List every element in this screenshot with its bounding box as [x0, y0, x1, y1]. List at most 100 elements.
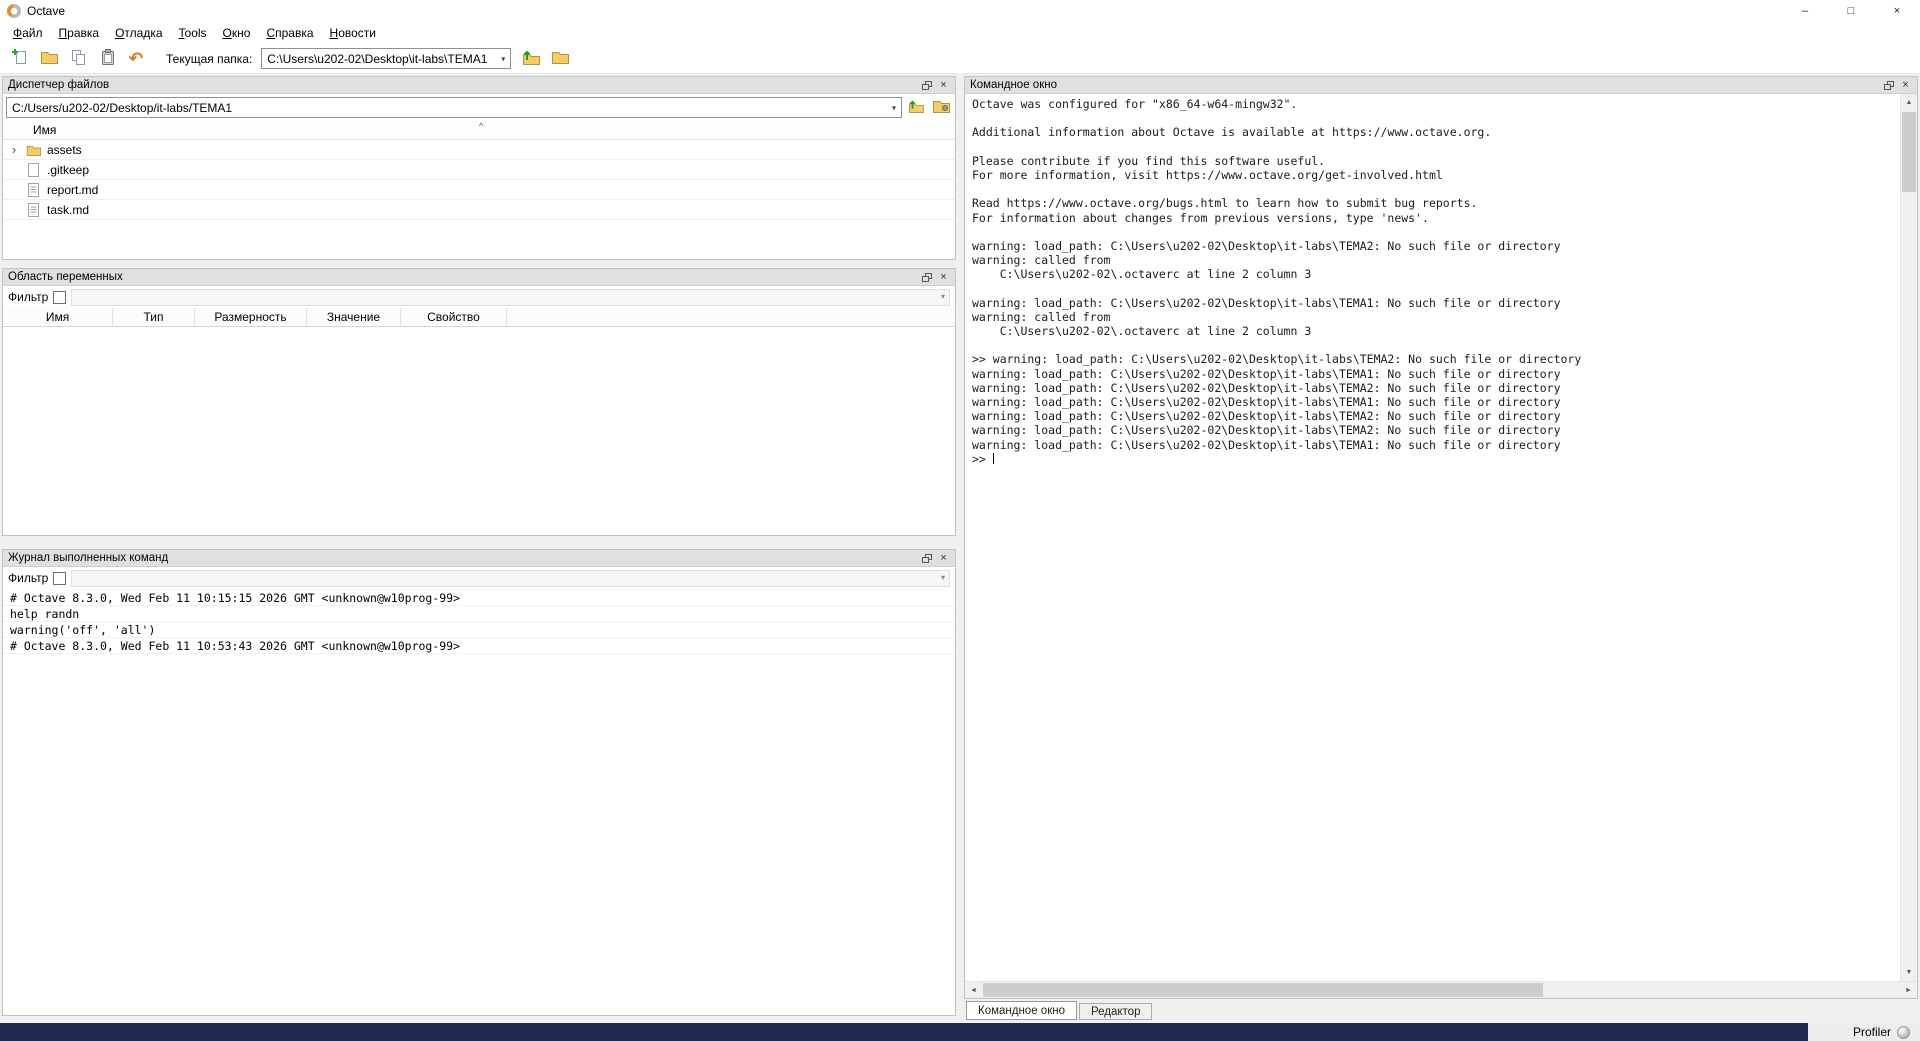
- maximize-button[interactable]: □: [1828, 0, 1874, 22]
- file-row-assets[interactable]: › assets: [3, 140, 955, 160]
- command-window-undock-button[interactable]: [1880, 78, 1897, 93]
- browse-directory-button[interactable]: [547, 47, 573, 71]
- open-button[interactable]: [36, 47, 62, 71]
- chevron-down-icon: ▾: [941, 573, 945, 582]
- console-prompt: >>: [972, 452, 993, 466]
- history-entry[interactable]: # Octave 8.3.0, Wed Feb 11 10:53:43 2026…: [3, 638, 955, 654]
- history-filter-checkbox[interactable]: [53, 572, 66, 585]
- file-row-gitkeep[interactable]: .gitkeep: [3, 160, 955, 180]
- console-line: Read https://www.octave.org/bugs.html to…: [972, 196, 1900, 210]
- folder-up-icon: [521, 49, 541, 68]
- horizontal-scrollbar-thumb[interactable]: [983, 983, 1543, 997]
- paste-button[interactable]: [94, 47, 120, 71]
- workspace-titlebar[interactable]: Область переменных ×: [3, 269, 955, 286]
- history-entry[interactable]: help randn: [3, 606, 955, 622]
- undo-button[interactable]: ↶: [123, 47, 149, 71]
- workspace-filter-label: Фильтр: [8, 290, 48, 304]
- workspace-filter-combobox[interactable]: ▾: [71, 289, 950, 306]
- vertical-scrollbar[interactable]: ▲ ▼: [1900, 94, 1917, 981]
- open-folder-icon: [40, 50, 58, 68]
- console-output[interactable]: Octave was configured for "x86_64-w64-mi…: [965, 94, 1900, 981]
- file-browser-close-button[interactable]: ×: [935, 78, 952, 93]
- console-line: warning: load_path: C:\Users\u202-02\Des…: [972, 438, 1900, 452]
- scroll-right-icon[interactable]: ►: [1900, 982, 1917, 999]
- workspace-filter-checkbox[interactable]: [53, 291, 66, 304]
- command-window-close-button[interactable]: ×: [1897, 78, 1914, 93]
- profiler-indicator-icon: [1897, 1026, 1910, 1039]
- horizontal-scrollbar[interactable]: ◄ ►: [965, 981, 1917, 998]
- expander-icon[interactable]: ›: [9, 143, 19, 156]
- history-entry[interactable]: warning('off', 'all'): [3, 622, 955, 638]
- file-browser-undock-button[interactable]: [918, 78, 935, 93]
- tab-command-window[interactable]: Командное окно: [966, 1001, 1077, 1020]
- tab-editor[interactable]: Редактор: [1079, 1003, 1153, 1020]
- column-header-value[interactable]: Значение: [307, 308, 401, 326]
- console-line: warning: load_path: C:\Users\u202-02\Des…: [972, 296, 1900, 310]
- menu-item-tools[interactable]: Tools: [171, 23, 215, 43]
- undock-icon: [922, 554, 932, 563]
- history-undock-button[interactable]: [918, 551, 935, 566]
- column-header-name[interactable]: Имя: [3, 308, 113, 326]
- vertical-scrollbar-thumb[interactable]: [1902, 112, 1916, 192]
- close-button[interactable]: ×: [1874, 0, 1920, 22]
- history-titlebar[interactable]: Журнал выполненных команд ×: [3, 550, 955, 567]
- history-close-button[interactable]: ×: [935, 551, 952, 566]
- menu-item-file[interactable]: Файл: [5, 23, 51, 43]
- file-row-report[interactable]: report.md: [3, 180, 955, 200]
- text-cursor: [993, 453, 994, 464]
- menubar: Файл Правка Отладка Tools Окно Справка Н…: [0, 22, 1920, 44]
- history-filter-row: Фильтр ▾: [3, 567, 955, 589]
- console-line: warning: load_path: C:\Users\u202-02\Des…: [972, 239, 1900, 253]
- undock-icon: [922, 273, 932, 282]
- console-prompt-line[interactable]: >>: [972, 452, 1900, 466]
- console-line: warning: called from: [972, 253, 1900, 267]
- command-window-titlebar[interactable]: Командное окно ×: [965, 77, 1917, 94]
- name-column-header[interactable]: Имя ^: [3, 121, 955, 140]
- minimize-button[interactable]: –: [1782, 0, 1828, 22]
- menu-item-edit[interactable]: Правка: [51, 23, 108, 43]
- column-header-type[interactable]: Тип: [113, 308, 195, 326]
- console-line: [972, 111, 1900, 125]
- undo-icon: ↶: [129, 50, 143, 67]
- console-line: Octave was configured for "x86_64-w64-mi…: [972, 97, 1900, 111]
- menu-item-help[interactable]: Справка: [258, 23, 321, 43]
- menu-item-debug[interactable]: Отладка: [107, 23, 170, 43]
- window-titlebar[interactable]: Octave – □ ×: [0, 0, 1920, 22]
- console-line: warning: load_path: C:\Users\u202-02\Des…: [972, 409, 1900, 423]
- file-row-task[interactable]: task.md: [3, 200, 955, 220]
- file-browser-titlebar[interactable]: Диспетчер файлов ×: [3, 77, 955, 94]
- console-line: [972, 182, 1900, 196]
- file-browser-actions-button[interactable]: [930, 97, 952, 118]
- file-browser-path-combobox[interactable]: C:/Users/u202-02/Desktop/it-labs/TEMA1 ▾: [6, 97, 902, 118]
- workspace-panel: Область переменных × Фильтр ▾ Имя Тип Ра…: [2, 268, 956, 536]
- current-directory-combobox[interactable]: C:\Users\u202-02\Desktop\it-labs\TEMA1 ▾: [261, 48, 511, 69]
- name-column-label: Имя: [33, 123, 56, 137]
- workspace-filter-row: Фильтр ▾: [3, 286, 955, 308]
- scroll-up-icon[interactable]: ▲: [1901, 94, 1917, 111]
- menu-item-news[interactable]: Новости: [322, 23, 384, 43]
- console-line: For more information, visit https://www.…: [972, 168, 1900, 182]
- history-filter-combobox[interactable]: ▾: [71, 570, 950, 587]
- new-script-button[interactable]: [7, 47, 33, 71]
- copy-button[interactable]: [65, 47, 91, 71]
- console-line: [972, 338, 1900, 352]
- command-window-panel: Командное окно × Octave was configured f…: [964, 76, 1918, 999]
- console-line: [972, 140, 1900, 154]
- scroll-left-icon[interactable]: ◄: [965, 982, 982, 999]
- folder-actions-icon: [932, 99, 950, 116]
- column-header-attribute[interactable]: Свойство: [401, 308, 507, 326]
- paste-icon: [99, 49, 116, 69]
- scroll-down-icon[interactable]: ▼: [1901, 964, 1917, 981]
- file-browser-up-directory-button[interactable]: [905, 97, 927, 118]
- workspace-close-button[interactable]: ×: [935, 270, 952, 285]
- column-header-dimension[interactable]: Размерность: [195, 308, 307, 326]
- console-line: [972, 281, 1900, 295]
- menu-item-window[interactable]: Окно: [215, 23, 259, 43]
- profiler-status[interactable]: Profiler: [1808, 1023, 1920, 1041]
- bottom-bar: Profiler: [0, 1023, 1920, 1041]
- console-line: warning: called from: [972, 310, 1900, 324]
- command-history-panel: Журнал выполненных команд × Фильтр ▾ # O…: [2, 549, 956, 1016]
- history-entry[interactable]: # Octave 8.3.0, Wed Feb 11 10:15:15 2026…: [3, 590, 955, 606]
- workspace-undock-button[interactable]: [918, 270, 935, 285]
- up-directory-button[interactable]: [518, 47, 544, 71]
